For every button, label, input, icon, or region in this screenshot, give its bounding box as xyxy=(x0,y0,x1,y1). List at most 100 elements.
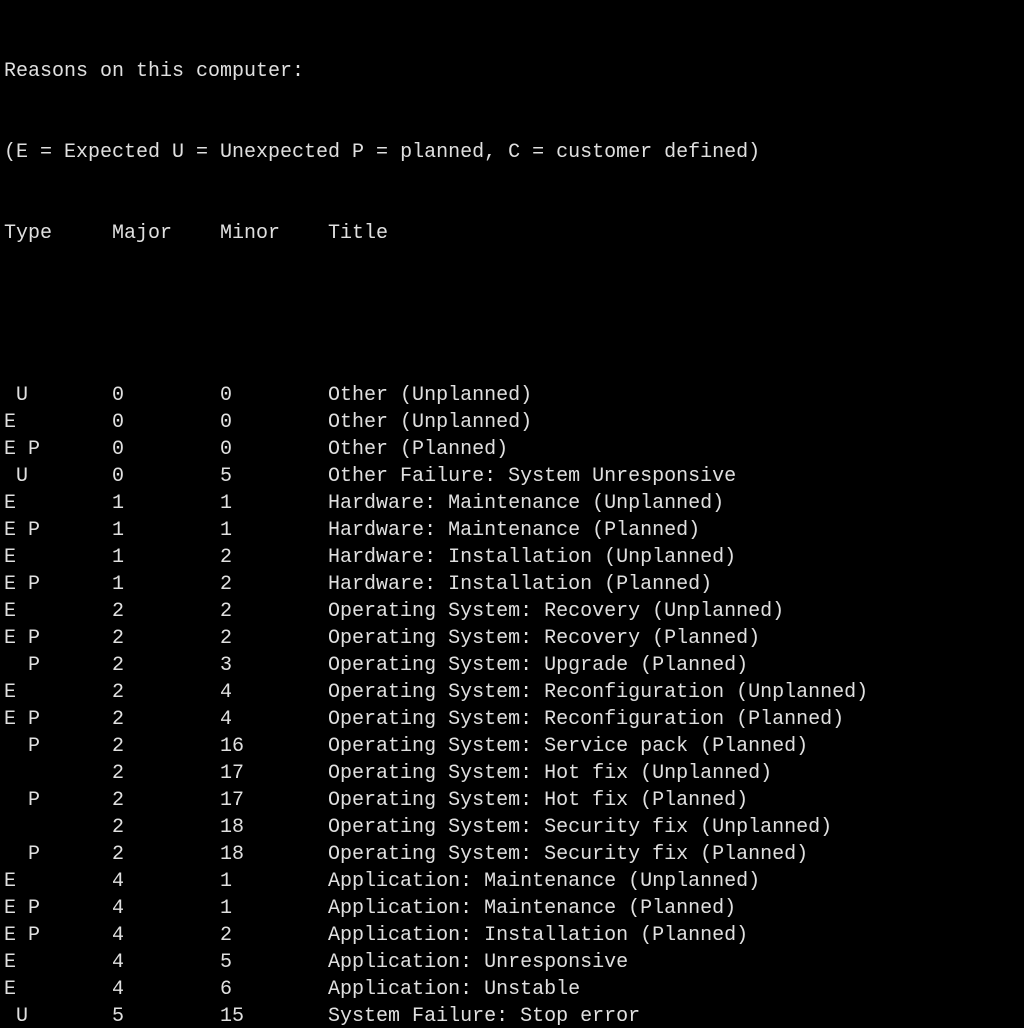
table-row: P218Operating System: Security fix (Plan… xyxy=(4,841,1024,868)
cell-major: 0 xyxy=(112,409,220,436)
cell-minor: 0 xyxy=(220,436,328,463)
cell-title: Other (Planned) xyxy=(328,438,508,461)
cell-type: U xyxy=(4,382,112,409)
cell-title: Operating System: Recovery (Planned) xyxy=(328,627,760,650)
column-headers: TypeMajorMinorTitle xyxy=(4,220,1024,247)
cell-minor: 17 xyxy=(220,787,328,814)
table-row: P217Operating System: Hot fix (Planned) xyxy=(4,787,1024,814)
cell-major: 2 xyxy=(112,625,220,652)
cell-major: 4 xyxy=(112,976,220,1003)
col-header-minor: Minor xyxy=(220,220,328,247)
cell-title: Application: Unstable xyxy=(328,978,580,1001)
table-row: E00Other (Unplanned) xyxy=(4,409,1024,436)
table-row: E11Hardware: Maintenance (Unplanned) xyxy=(4,490,1024,517)
table-row: U00Other (Unplanned) xyxy=(4,382,1024,409)
cell-minor: 18 xyxy=(220,814,328,841)
cell-title: System Failure: Stop error xyxy=(328,1005,640,1028)
cell-major: 4 xyxy=(112,895,220,922)
cell-major: 2 xyxy=(112,814,220,841)
cell-minor: 16 xyxy=(220,733,328,760)
cell-major: 0 xyxy=(112,436,220,463)
col-header-title: Title xyxy=(328,222,388,245)
cell-major: 4 xyxy=(112,868,220,895)
cell-type: E P xyxy=(4,895,112,922)
cell-title: Hardware: Installation (Unplanned) xyxy=(328,546,736,569)
table-row: E P12Hardware: Installation (Planned) xyxy=(4,571,1024,598)
cell-major: 2 xyxy=(112,841,220,868)
table-row: E P41Application: Maintenance (Planned) xyxy=(4,895,1024,922)
cell-type: E P xyxy=(4,517,112,544)
cell-minor: 2 xyxy=(220,598,328,625)
cell-minor: 15 xyxy=(220,1003,328,1028)
cell-major: 2 xyxy=(112,598,220,625)
cell-major: 4 xyxy=(112,949,220,976)
cell-type: U xyxy=(4,1003,112,1028)
cell-minor: 3 xyxy=(220,652,328,679)
cell-major: 1 xyxy=(112,571,220,598)
cell-title: Operating System: Service pack (Planned) xyxy=(328,735,808,758)
table-row: E P22Operating System: Recovery (Planned… xyxy=(4,625,1024,652)
cell-type: E P xyxy=(4,706,112,733)
cell-type: E xyxy=(4,409,112,436)
cell-title: Operating System: Hot fix (Unplanned) xyxy=(328,762,772,785)
table-row: E P00Other (Planned) xyxy=(4,436,1024,463)
cell-type: E xyxy=(4,598,112,625)
terminal-output: Reasons on this computer: (E = Expected … xyxy=(0,0,1024,1028)
table-row: P216Operating System: Service pack (Plan… xyxy=(4,733,1024,760)
cell-major: 2 xyxy=(112,679,220,706)
cell-title: Application: Unresponsive xyxy=(328,951,628,974)
table-row: E P42Application: Installation (Planned) xyxy=(4,922,1024,949)
cell-title: Operating System: Hot fix (Planned) xyxy=(328,789,748,812)
cell-type: E xyxy=(4,949,112,976)
cell-title: Application: Maintenance (Planned) xyxy=(328,897,736,920)
cell-major: 1 xyxy=(112,490,220,517)
cell-title: Operating System: Reconfiguration (Plann… xyxy=(328,708,844,731)
table-row: E P24Operating System: Reconfiguration (… xyxy=(4,706,1024,733)
cell-type: E xyxy=(4,868,112,895)
cell-title: Application: Installation (Planned) xyxy=(328,924,748,947)
cell-title: Hardware: Maintenance (Unplanned) xyxy=(328,492,724,515)
blank-line xyxy=(4,301,1024,328)
cell-minor: 0 xyxy=(220,409,328,436)
cell-title: Operating System: Security fix (Unplanne… xyxy=(328,816,832,839)
table-row: U05Other Failure: System Unresponsive xyxy=(4,463,1024,490)
cell-major: 2 xyxy=(112,733,220,760)
table-row: E41Application: Maintenance (Unplanned) xyxy=(4,868,1024,895)
cell-type: E P xyxy=(4,571,112,598)
cell-title: Application: Maintenance (Unplanned) xyxy=(328,870,760,893)
table-row: E24Operating System: Reconfiguration (Un… xyxy=(4,679,1024,706)
cell-title: Operating System: Reconfiguration (Unpla… xyxy=(328,681,868,704)
cell-type: E P xyxy=(4,625,112,652)
cell-major: 0 xyxy=(112,382,220,409)
header-line-1: Reasons on this computer: xyxy=(4,58,1024,85)
cell-minor: 2 xyxy=(220,625,328,652)
cell-minor: 2 xyxy=(220,922,328,949)
cell-minor: 5 xyxy=(220,949,328,976)
cell-minor: 4 xyxy=(220,679,328,706)
cell-major: 0 xyxy=(112,463,220,490)
cell-title: Hardware: Maintenance (Planned) xyxy=(328,519,700,542)
table-row: U515System Failure: Stop error xyxy=(4,1003,1024,1028)
header-line-2: (E = Expected U = Unexpected P = planned… xyxy=(4,139,1024,166)
reason-rows: U00Other (Unplanned)E00Other (Unplanned)… xyxy=(4,382,1024,1028)
cell-title: Hardware: Installation (Planned) xyxy=(328,573,712,596)
cell-minor: 2 xyxy=(220,571,328,598)
cell-type: E P xyxy=(4,436,112,463)
cell-major: 1 xyxy=(112,544,220,571)
col-header-type: Type xyxy=(4,220,112,247)
table-row: E46Application: Unstable xyxy=(4,976,1024,1003)
table-row: P23Operating System: Upgrade (Planned) xyxy=(4,652,1024,679)
cell-type: E xyxy=(4,544,112,571)
table-row: E12Hardware: Installation (Unplanned) xyxy=(4,544,1024,571)
table-row: 217Operating System: Hot fix (Unplanned) xyxy=(4,760,1024,787)
cell-minor: 1 xyxy=(220,868,328,895)
cell-title: Operating System: Upgrade (Planned) xyxy=(328,654,748,677)
cell-type: E xyxy=(4,679,112,706)
table-row: 218Operating System: Security fix (Unpla… xyxy=(4,814,1024,841)
cell-major: 4 xyxy=(112,922,220,949)
cell-minor: 1 xyxy=(220,517,328,544)
cell-title: Operating System: Security fix (Planned) xyxy=(328,843,808,866)
cell-major: 2 xyxy=(112,652,220,679)
cell-type: E P xyxy=(4,922,112,949)
cell-title: Other Failure: System Unresponsive xyxy=(328,465,736,488)
